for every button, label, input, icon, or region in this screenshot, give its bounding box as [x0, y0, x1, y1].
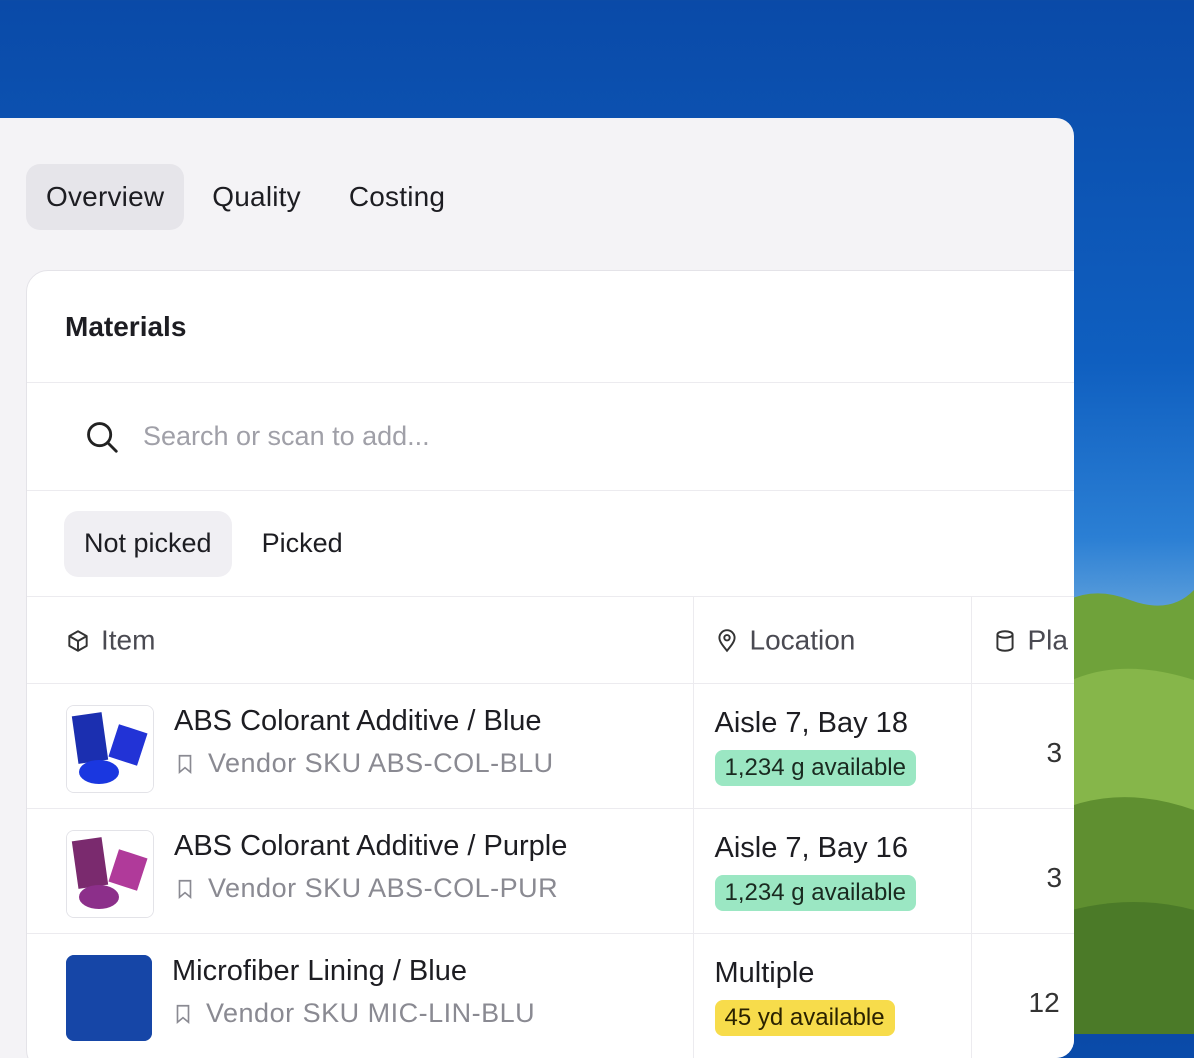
planned-qty: 3	[973, 685, 1075, 769]
bookmark-icon	[172, 1002, 194, 1026]
tab-costing[interactable]: Costing	[329, 164, 465, 230]
materials-table: Item Location Pla	[27, 597, 1074, 1058]
column-header-location-label: Location	[750, 625, 856, 656]
column-header-planned-label: Pla	[1028, 625, 1068, 656]
filter-picked[interactable]: Picked	[242, 511, 363, 577]
location-name: Multiple	[715, 957, 970, 990]
search-input[interactable]	[141, 420, 745, 453]
column-header-planned[interactable]: Pla	[971, 597, 1074, 684]
bookmark-icon	[174, 752, 196, 776]
item-sku: Vendor SKU ABS-COL-BLU	[174, 748, 554, 779]
item-thumbnail	[66, 955, 152, 1041]
location-pin-icon	[714, 628, 740, 654]
table-row[interactable]: Microfiber Lining / Blue Vendor SKU MIC-…	[27, 934, 1074, 1058]
tab-bar: Overview Quality Costing	[26, 164, 465, 230]
location-name: Aisle 7, Bay 18	[715, 707, 970, 740]
item-sku-text: Vendor SKU MIC-LIN-BLU	[206, 998, 535, 1029]
cube-icon	[65, 628, 91, 654]
table-header-row: Item Location Pla	[27, 597, 1074, 684]
tab-overview[interactable]: Overview	[26, 164, 184, 230]
item-name[interactable]: ABS Colorant Additive / Purple	[174, 830, 567, 863]
item-sku-text: Vendor SKU ABS-COL-BLU	[208, 748, 554, 779]
availability-badge: 1,234 g available	[715, 875, 916, 911]
materials-card: Materials Not picked Picked Item	[26, 270, 1074, 1058]
tab-quality[interactable]: Quality	[192, 164, 321, 230]
planned-qty: 3	[973, 810, 1075, 894]
item-name[interactable]: ABS Colorant Additive / Blue	[174, 705, 554, 738]
pick-filter-bar: Not picked Picked	[27, 491, 1074, 597]
column-header-item-label: Item	[101, 625, 155, 656]
availability-badge: 45 yd available	[715, 1000, 895, 1036]
availability-badge: 1,234 g available	[715, 750, 916, 786]
cylinder-icon	[992, 628, 1018, 654]
search-bar	[27, 383, 1074, 491]
table-row[interactable]: ABS Colorant Additive / Blue Vendor SKU …	[27, 684, 1074, 809]
column-header-location[interactable]: Location	[693, 597, 971, 684]
card-title: Materials	[27, 271, 1074, 383]
item-thumbnail	[66, 830, 154, 918]
column-header-item[interactable]: Item	[27, 597, 693, 684]
item-sku: Vendor SKU ABS-COL-PUR	[174, 873, 567, 904]
filter-not-picked[interactable]: Not picked	[64, 511, 232, 577]
item-thumbnail	[66, 705, 154, 793]
bookmark-icon	[174, 877, 196, 901]
planned-qty: 12	[973, 935, 1075, 1019]
search-icon	[83, 418, 121, 456]
app-window: Overview Quality Costing Materials Not p…	[0, 118, 1074, 1058]
location-name: Aisle 7, Bay 16	[715, 832, 970, 865]
item-sku-text: Vendor SKU ABS-COL-PUR	[208, 873, 558, 904]
item-sku: Vendor SKU MIC-LIN-BLU	[172, 998, 535, 1029]
table-row[interactable]: ABS Colorant Additive / Purple Vendor SK…	[27, 809, 1074, 934]
item-name[interactable]: Microfiber Lining / Blue	[172, 955, 535, 988]
